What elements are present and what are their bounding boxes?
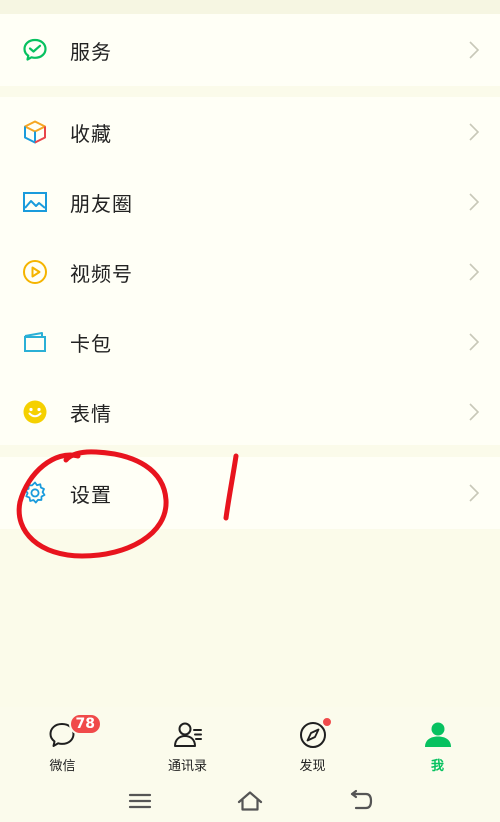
annotation-mark-text: 1 xyxy=(226,539,228,541)
menu-label-settings: 设置 xyxy=(70,482,112,507)
settings-group: 设置 xyxy=(0,457,500,529)
tab-label-chats: 微信 xyxy=(49,759,76,774)
chevron-right-icon xyxy=(469,263,480,281)
person-icon xyxy=(422,719,454,751)
chevron-right-icon xyxy=(469,123,480,141)
compass-icon xyxy=(297,717,332,751)
menu-label-favorites: 收藏 xyxy=(70,121,112,146)
tab-chats[interactable]: 78 微信 xyxy=(0,707,125,779)
tab-contacts[interactable]: 通讯录 xyxy=(125,707,250,779)
menu-label-stickers: 表情 xyxy=(70,401,112,426)
menu-label-moments: 朋友圈 xyxy=(70,191,133,216)
menu-item-settings[interactable]: 设置 xyxy=(0,458,500,528)
play-circle-icon xyxy=(22,259,48,285)
menu-item-favorites[interactable]: 收藏 xyxy=(0,97,500,167)
bottom-tab-bar: 78 微信 通讯录 发现 我 xyxy=(0,707,500,779)
tab-discover[interactable]: 发现 xyxy=(250,707,375,779)
chevron-right-icon xyxy=(469,41,480,59)
tab-me[interactable]: 我 xyxy=(375,707,500,779)
tab-label-discover: 发现 xyxy=(299,759,326,774)
smiley-icon xyxy=(22,399,48,425)
gear-icon xyxy=(22,480,48,506)
menu-icon[interactable] xyxy=(127,789,153,813)
menu-label-cards: 卡包 xyxy=(70,331,112,356)
chevron-right-icon xyxy=(469,193,480,211)
tab-label-me: 我 xyxy=(430,759,444,774)
contacts-icon xyxy=(172,719,204,751)
services-icon xyxy=(22,37,48,63)
tab-label-contacts: 通讯录 xyxy=(167,759,207,774)
menu-item-moments[interactable]: 朋友圈 xyxy=(0,167,500,237)
back-icon[interactable] xyxy=(348,789,374,813)
menu-item-channels[interactable]: 视频号 xyxy=(0,237,500,307)
home-icon[interactable] xyxy=(237,789,263,813)
chat-bubble-icon: 78 xyxy=(47,713,102,751)
chevron-right-icon xyxy=(469,403,480,421)
menu-label-channels: 视频号 xyxy=(70,261,133,286)
chevron-right-icon xyxy=(469,333,480,351)
tools-group: 收藏 朋友圈 视频号 卡包 表情 xyxy=(0,97,500,445)
system-nav-bar xyxy=(0,779,500,822)
chevron-right-icon xyxy=(469,484,480,502)
menu-item-cards[interactable]: 卡包 xyxy=(0,307,500,377)
menu-label-services: 服务 xyxy=(70,39,112,64)
menu-item-services[interactable]: 服务 xyxy=(0,15,500,85)
menu-item-stickers[interactable]: 表情 xyxy=(0,377,500,447)
unread-badge: 78 xyxy=(68,713,102,735)
services-group: 服务 xyxy=(0,14,500,86)
cube-icon xyxy=(22,119,48,145)
new-dot-badge xyxy=(321,717,332,727)
image-icon xyxy=(22,189,48,215)
card-wallet-icon xyxy=(22,329,48,355)
top-strip xyxy=(0,0,500,14)
